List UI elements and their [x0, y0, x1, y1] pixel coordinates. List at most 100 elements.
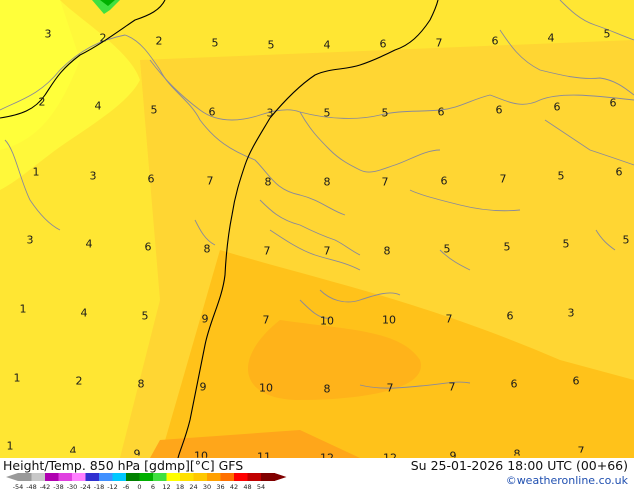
temperature-value: 6: [553, 100, 561, 114]
legend-arrow-left: [6, 473, 18, 481]
temperature-value: 6: [572, 374, 580, 388]
temperature-value: 3: [567, 306, 575, 320]
temperature-value: 6: [510, 377, 518, 391]
legend-tick-label: -18: [94, 483, 105, 490]
temperature-value: 5: [557, 169, 565, 183]
legend-swatch: [126, 473, 140, 481]
temperature-value: 6: [491, 34, 499, 48]
temperature-value: 6: [144, 240, 152, 254]
temperature-value: 2: [155, 34, 163, 48]
credit-link[interactable]: ©weatheronline.co.uk: [506, 474, 628, 487]
temperature-value: 2: [38, 95, 46, 109]
temperature-value: 4: [85, 237, 93, 251]
temperature-value: 2: [75, 374, 83, 388]
temperature-value: 5: [323, 106, 331, 120]
temperature-value: 8: [264, 175, 272, 189]
valid-datetime: Su 25-01-2026 18:00 UTC (00+66): [410, 458, 628, 473]
temperature-value: 8: [323, 175, 331, 189]
temperature-value: 4: [80, 306, 88, 320]
footer-bar: Height/Temp. 850 hPa [gdmp][°C] GFS Su 2…: [0, 458, 634, 490]
legend-tick-label: 18: [176, 483, 184, 490]
legend-tick-label: -42: [40, 483, 51, 490]
temperature-value: 3: [26, 233, 34, 247]
temperature-value: 5: [141, 309, 149, 323]
color-legend: -54 -48 -42 -38 -30 -24 -18 -12 -6 0 6 12 18 24 30 36 42…: [6, 473, 287, 490]
temperature-value: 4: [94, 99, 102, 113]
temperature-value: 7: [263, 244, 271, 258]
temperature-value: 1: [6, 439, 14, 453]
legend-tick-label: -6: [123, 483, 129, 490]
temperature-value: 6: [208, 105, 216, 119]
legend-tick-label: 36: [216, 483, 224, 490]
legend-swatch: [220, 473, 235, 481]
temperature-value: 7: [499, 172, 507, 186]
temperature-value: 7: [445, 312, 453, 326]
temperature-value: 9: [201, 312, 209, 326]
temperature-value: 6: [379, 37, 387, 51]
temperature-value: 4: [323, 38, 331, 52]
temperature-value: 6: [147, 172, 155, 186]
temperature-value: 2: [99, 31, 107, 45]
temperature-value: 10: [259, 381, 273, 395]
legend-tick-label: -24: [80, 483, 91, 490]
legend-tick-label: -30: [67, 483, 78, 490]
temperature-value: 5: [443, 242, 451, 256]
temperature-value: 6: [440, 174, 448, 188]
legend-swatch: [112, 473, 127, 481]
temperature-value: 5: [562, 237, 570, 251]
temperature-value: 3: [266, 106, 274, 120]
legend-tick-label: 0: [137, 483, 141, 490]
temperature-value: 5: [603, 27, 611, 41]
legend-swatch: [45, 473, 59, 481]
legend-swatch: [18, 473, 32, 481]
legend-swatch: [166, 473, 181, 481]
chart-title: Height/Temp. 850 hPa [gdmp][°C] GFS: [3, 458, 244, 473]
legend-swatch: [72, 473, 86, 481]
temperature-value: 7: [262, 313, 270, 327]
legend-swatch: [207, 473, 221, 481]
temperature-value: 6: [495, 103, 503, 117]
temperature-value: 6: [506, 309, 514, 323]
legend-swatch: [261, 473, 275, 481]
temperature-value: 10: [320, 314, 334, 328]
map-area: [0, 0, 634, 458]
temperature-value: 1: [32, 165, 40, 179]
legend-tick-label: 12: [162, 483, 170, 490]
temperature-value: 8: [323, 382, 331, 396]
temperature-value: 8: [203, 242, 211, 256]
legend-swatch: [180, 473, 194, 481]
legend-swatch: [234, 473, 248, 481]
legend-tick-label: -54: [13, 483, 24, 490]
legend-tick-label: -12: [107, 483, 118, 490]
temperature-value: 6: [437, 105, 445, 119]
legend-swatch: [58, 473, 73, 481]
temperature-value: 5: [381, 106, 389, 120]
temperature-value: 10: [382, 313, 396, 327]
temperature-value: 7: [448, 380, 456, 394]
legend-swatch: [85, 473, 100, 481]
legend-tick-label: 6: [151, 483, 155, 490]
temperature-value: 9: [199, 380, 207, 394]
legend-swatch: [153, 473, 167, 481]
legend-swatch: [99, 473, 113, 481]
temperature-value: 1: [19, 302, 27, 316]
legend-arrow-right: [274, 473, 287, 481]
temperature-value: 8: [137, 377, 145, 391]
legend-tick-label: -48: [26, 483, 37, 490]
temperature-value: 5: [267, 38, 275, 52]
temperature-value: 3: [89, 169, 97, 183]
temperature-value: 4: [547, 31, 555, 45]
legend-tick-label: 24: [189, 483, 197, 490]
temperature-value: 8: [383, 244, 391, 258]
temperature-value: 7: [386, 381, 394, 395]
temperature-value: 5: [211, 36, 219, 50]
legend-tick-label: 42: [230, 483, 238, 490]
legend-tick-label: 30: [203, 483, 211, 490]
temperature-value: 7: [435, 36, 443, 50]
temperature-value: 7: [323, 244, 331, 258]
legend-swatch: [31, 473, 46, 481]
legend-swatch: [193, 473, 208, 481]
temperature-value: 5: [503, 240, 511, 254]
temperature-value: 5: [150, 103, 158, 117]
legend-swatch: [139, 473, 154, 481]
